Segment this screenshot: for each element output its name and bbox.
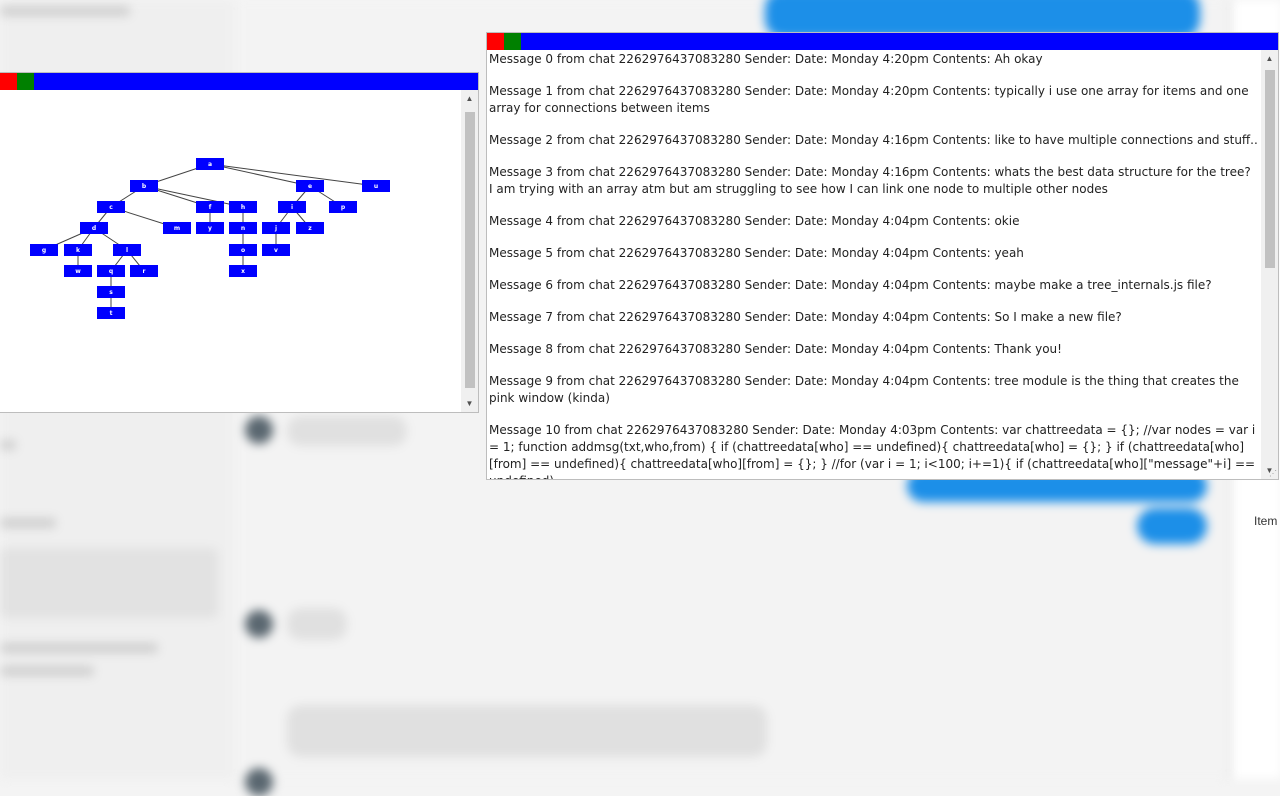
tree-node-label: p	[341, 204, 346, 211]
tree-node[interactable]: v	[262, 244, 290, 256]
background-sidebar-line	[0, 6, 130, 16]
resize-grip-icon[interactable]: ⋰	[1269, 470, 1277, 478]
tree-node[interactable]: z	[296, 222, 324, 234]
tree-canvas: a b c d e f g h i j k l m n o p q r s t u v w x y z	[0, 90, 461, 412]
tree-node[interactable]: k	[64, 244, 92, 256]
tree-node-label: b	[142, 183, 147, 190]
tree-node-label: i	[291, 204, 293, 211]
tree-node-label: g	[42, 247, 46, 254]
tree-node[interactable]: y	[196, 222, 224, 234]
tree-node[interactable]: u	[362, 180, 390, 192]
tree-node[interactable]: f	[196, 201, 224, 213]
tree-node[interactable]: l	[113, 244, 141, 256]
tree-edge	[143, 185, 244, 208]
tree-node[interactable]: d	[80, 222, 108, 234]
tree-node[interactable]: q	[97, 265, 125, 277]
tree-node[interactable]: j	[262, 222, 290, 234]
tree-node-label: x	[241, 268, 245, 275]
message-item: Message 1 from chat 2262976437083280 Sen…	[489, 84, 1249, 115]
message-item: Message 9 from chat 2262976437083280 Sen…	[489, 374, 1239, 405]
tree-node[interactable]: w	[64, 265, 92, 277]
tree-node-label: e	[308, 183, 312, 190]
tree-node[interactable]: g	[30, 244, 58, 256]
tree-node[interactable]: s	[97, 286, 125, 298]
tree-node[interactable]: x	[229, 265, 257, 277]
tree-node[interactable]: m	[163, 222, 191, 234]
tree-node[interactable]: e	[296, 180, 324, 192]
message-item: Message 6 from chat 2262976437083280 Sen…	[489, 278, 1212, 292]
tree-window-scroll-thumb[interactable]	[465, 112, 475, 388]
tree-node[interactable]: n	[229, 222, 257, 234]
tree-window-titlebar[interactable]	[0, 73, 478, 90]
background-sidebar-line	[0, 643, 158, 653]
messages-window-titlebar[interactable]	[487, 33, 1278, 50]
tree-node-label: t	[110, 310, 113, 317]
background-avatar	[245, 768, 273, 796]
messages-window-scroll-thumb[interactable]	[1265, 70, 1275, 268]
message-item: Message 7 from chat 2262976437083280 Sen…	[489, 310, 1122, 324]
message-item: Message 2 from chat 2262976437083280 Sen…	[489, 133, 1258, 147]
background-received-bubble	[287, 705, 767, 757]
tree-node[interactable]: o	[229, 244, 257, 256]
background-sidebar-line	[0, 518, 56, 528]
background-received-bubble	[287, 416, 407, 446]
tree-node-label: d	[92, 225, 96, 232]
tree-node[interactable]: b	[130, 180, 158, 192]
message-item: Message 5 from chat 2262976437083280 Sen…	[489, 246, 1024, 260]
tree-node[interactable]: p	[329, 201, 357, 213]
tree-node-label: u	[374, 183, 378, 190]
messages-list[interactable]: Message 0 from chat 2262976437083280 Sen…	[487, 50, 1258, 479]
tree-node-label: r	[143, 268, 146, 275]
tree-node[interactable]: i	[278, 201, 306, 213]
tree-node-label: j	[274, 225, 277, 232]
tree-node-label: a	[208, 161, 212, 168]
tree-node[interactable]: r	[130, 265, 158, 277]
tree-node-label: c	[109, 204, 113, 211]
tree-node[interactable]: c	[97, 201, 125, 213]
tree-node-label: n	[241, 225, 245, 232]
right-panel-item-label: Item	[1254, 514, 1278, 528]
tree-window-minimize-button[interactable]	[17, 73, 34, 90]
tree-node[interactable]: a	[196, 158, 224, 170]
messages-window-scrollbar[interactable]: ▲ ▼	[1261, 50, 1278, 479]
messages-window-minimize-button[interactable]	[504, 33, 521, 50]
background-sidebar-card	[0, 548, 218, 618]
tree-window-close-button[interactable]	[0, 73, 17, 90]
message-item: Message 4 from chat 2262976437083280 Sen…	[489, 214, 1020, 228]
tree-node[interactable]: t	[97, 307, 125, 319]
tree-node-label: m	[174, 225, 180, 232]
message-item: Message 10 from chat 2262976437083280 Se…	[489, 423, 1256, 479]
message-item: Message 3 from chat 2262976437083280 Sen…	[489, 165, 1251, 196]
tree-node-label: o	[241, 247, 245, 254]
background-sidebar-line	[0, 666, 94, 676]
tree-node-label: y	[208, 225, 212, 232]
background-sent-bubble	[1137, 508, 1207, 544]
tree-diagram: a b c d e f g h i j k l m n o p q r s t u v w x y z	[30, 158, 390, 319]
tree-node-label: s	[109, 289, 113, 296]
tree-node-label: w	[75, 268, 81, 275]
messages-window-close-button[interactable]	[487, 33, 504, 50]
tree-node-label: h	[241, 204, 245, 211]
tree-node-label: z	[308, 225, 312, 232]
tree-node-label: f	[209, 204, 212, 211]
messages-window[interactable]: Message 0 from chat 2262976437083280 Sen…	[487, 33, 1278, 479]
tree-node-label: v	[274, 247, 278, 254]
scroll-up-arrow-icon[interactable]: ▲	[461, 90, 478, 107]
scroll-down-arrow-icon[interactable]: ▼	[461, 395, 478, 412]
tree-node-label: l	[126, 247, 128, 254]
message-item: Message 8 from chat 2262976437083280 Sen…	[489, 342, 1062, 356]
tree-window[interactable]: a b c d e f g h i j k l m n o p q r s t u v w x y z ▲ ▼	[0, 73, 478, 412]
tree-window-scrollbar[interactable]: ▲ ▼	[461, 90, 478, 412]
background-received-bubble	[287, 608, 347, 640]
scroll-up-arrow-icon[interactable]: ▲	[1261, 50, 1278, 67]
message-item: Message 0 from chat 2262976437083280 Sen…	[489, 52, 1043, 66]
background-sidebar-line	[0, 440, 16, 450]
tree-node-label: q	[109, 268, 113, 275]
background-avatar	[245, 610, 273, 638]
background-avatar	[245, 416, 273, 444]
tree-node[interactable]: h	[229, 201, 257, 213]
